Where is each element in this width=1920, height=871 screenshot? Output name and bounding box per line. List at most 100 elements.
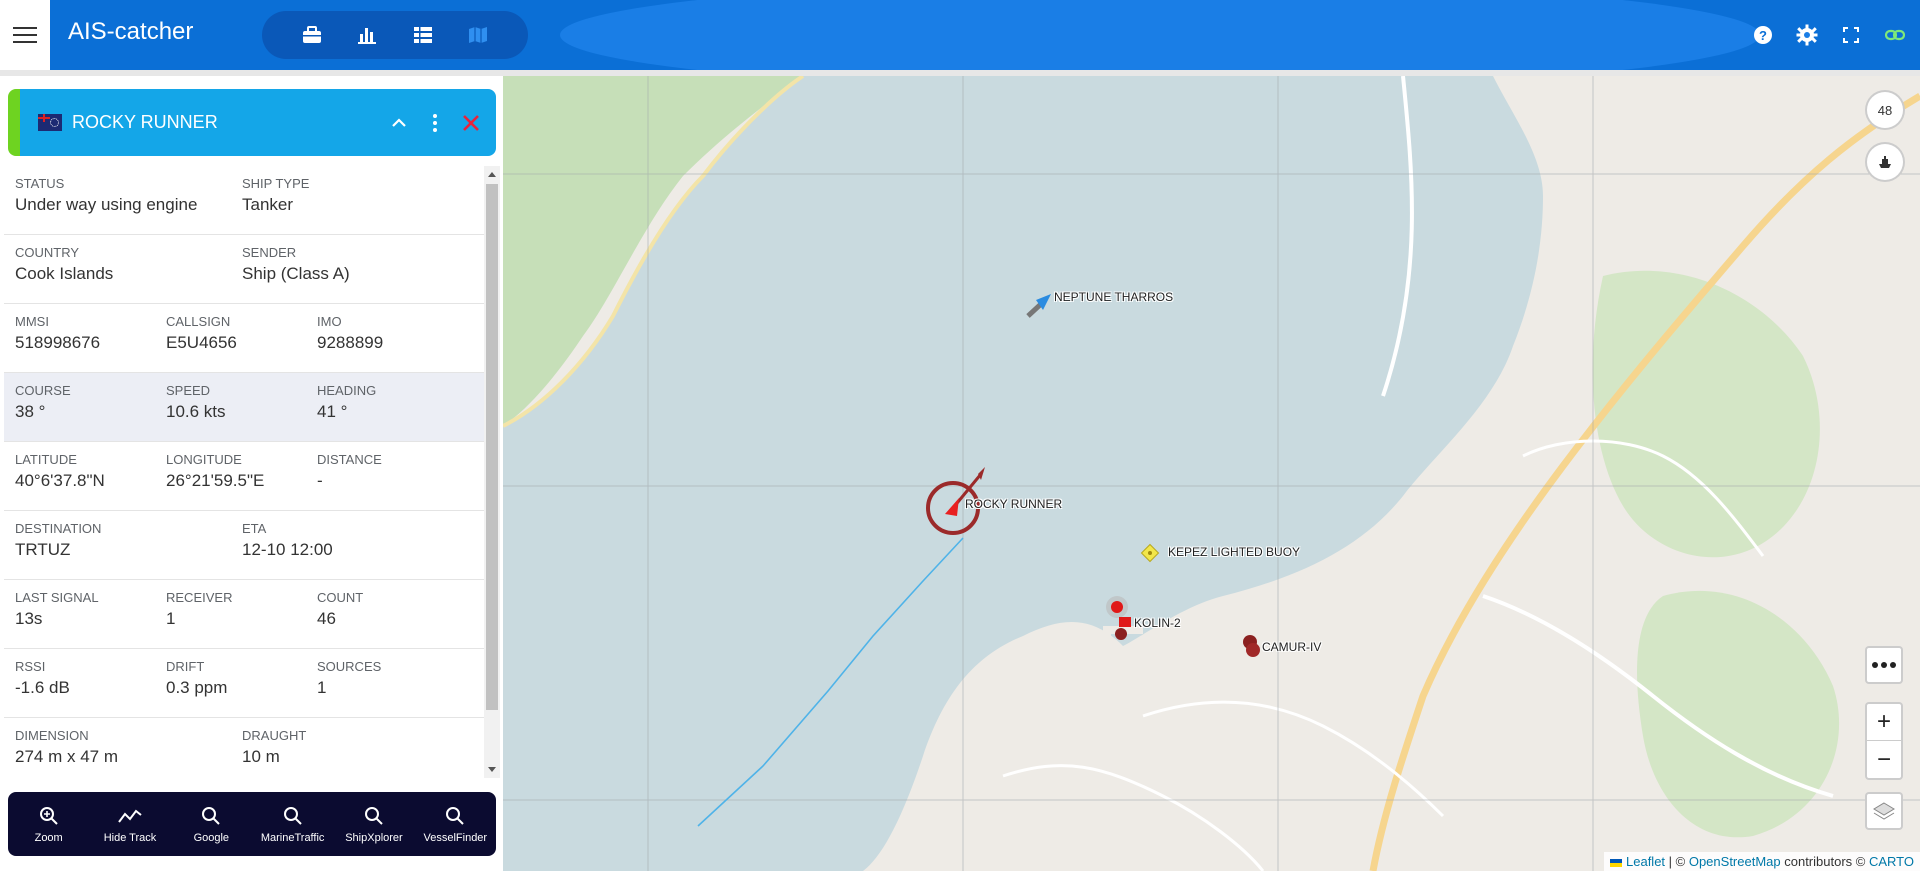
sources-cell: SOURCES 1 (317, 659, 468, 717)
leaflet-link[interactable]: Leaflet (1626, 854, 1665, 869)
neptune-tharros-label[interactable]: NEPTUNE THARROS (1054, 290, 1173, 304)
more-vertical-icon[interactable] (424, 112, 446, 134)
zoom-in-button[interactable]: + (1867, 704, 1901, 741)
google-button[interactable]: Google (171, 804, 251, 844)
ship-action-bar: Zoom Hide Track Google MarineTraffic Shi… (8, 792, 496, 856)
gear-icon[interactable] (1794, 22, 1820, 48)
detail-row: MMSI 518998676 CALLSIGN E5U4656 IMO 9288… (4, 304, 484, 373)
track-icon (118, 804, 142, 828)
app-header: AIS-catcher ? (0, 0, 1920, 70)
attrib-sep: | © (1665, 854, 1689, 869)
vessel-count-badge[interactable]: 48 (1865, 90, 1905, 130)
zoom-button[interactable]: Zoom (9, 804, 89, 844)
vessel-layer (926, 294, 1260, 657)
zoom-control: + − (1865, 702, 1903, 780)
kolin-2-marker[interactable] (1106, 596, 1131, 640)
ship-type-value: Tanker (242, 195, 294, 214)
heading-cell: HEADING 41 ° (317, 383, 468, 441)
ship-type-cell: SHIP TYPE Tanker (242, 176, 469, 234)
camur-iv-marker[interactable] (1243, 635, 1260, 657)
layers-button[interactable] (1865, 792, 1903, 830)
map-view[interactable]: NEPTUNE THARROS ROCKY RUNNER KEPEZ LIGHT… (503, 76, 1920, 871)
chevron-up-icon[interactable] (388, 112, 410, 134)
sources-label: SOURCES (317, 659, 382, 674)
callsign-cell: CALLSIGN E5U4656 (166, 314, 317, 372)
drift-value: 0.3 ppm (166, 678, 228, 697)
imo-label: IMO (317, 314, 342, 329)
distance-cell: DISTANCE - (317, 452, 468, 510)
detail-row: LAST SIGNAL 13s RECEIVER 1 COUNT 46 (4, 580, 484, 649)
kolin-2-label[interactable]: KOLIN-2 (1134, 616, 1181, 630)
detail-row: LATITUDE 40°6'37.8"N LONGITUDE 26°21'59.… (4, 442, 484, 511)
course-label: COURSE (15, 383, 71, 398)
vesselfinder-button[interactable]: VesselFinder (415, 804, 495, 844)
camur-iv-label[interactable]: CAMUR-IV (1262, 640, 1321, 654)
link-icon[interactable] (1882, 22, 1908, 48)
hide-track-button[interactable]: Hide Track (90, 804, 170, 844)
attrib-contrib: contributors © (1780, 854, 1869, 869)
list-icon[interactable] (408, 20, 438, 50)
carto-link[interactable]: CARTO (1869, 854, 1914, 869)
help-icon[interactable]: ? (1750, 22, 1776, 48)
marinetraffic-button[interactable]: MarineTraffic (253, 804, 333, 844)
detail-row: DIMENSION 274 m x 47 m DRAUGHT 10 m (4, 718, 484, 776)
callsign-label: CALLSIGN (166, 314, 231, 329)
heading-label: HEADING (317, 383, 377, 398)
course-value: 38 ° (15, 402, 46, 421)
draught-cell: DRAUGHT 10 m (242, 728, 469, 776)
kepez-buoy-marker[interactable] (1140, 543, 1160, 563)
more-options-button[interactable] (1865, 646, 1903, 684)
close-icon[interactable] (460, 112, 482, 134)
ship-name: ROCKY RUNNER (72, 112, 218, 132)
hamburger-menu-button[interactable] (0, 0, 50, 70)
app-title: AIS-catcher (68, 18, 194, 45)
scroll-up-arrow[interactable] (488, 172, 496, 177)
latitude-cell: LATITUDE 40°6'37.8"N (15, 452, 166, 510)
imo-cell: IMO 9288899 (317, 314, 468, 372)
map-attribution: Leaflet | © OpenStreetMap contributors ©… (1604, 852, 1920, 871)
dimension-cell: DIMENSION 274 m x 47 m (15, 728, 242, 776)
ship-filter-button[interactable] (1865, 142, 1905, 182)
ship-bar-controls (388, 112, 482, 134)
google-label: Google (193, 832, 230, 844)
zoom-out-button[interactable]: − (1867, 741, 1901, 778)
neptune-tharros-marker[interactable] (1026, 294, 1051, 318)
country-value: Cook Islands (15, 264, 114, 283)
header-glow (560, 0, 1760, 70)
rssi-value: -1.6 dB (15, 678, 70, 697)
detail-row: RSSI -1.6 dB DRIFT 0.3 ppm SOURCES 1 (4, 649, 484, 718)
sender-label: SENDER (242, 245, 297, 260)
scroll-down-arrow[interactable] (488, 767, 496, 772)
briefcase-icon[interactable] (297, 20, 327, 50)
rssi-cell: RSSI -1.6 dB (15, 659, 166, 717)
detail-row-highlighted: COURSE 38 ° SPEED 10.6 kts HEADING 41 ° (4, 373, 484, 442)
country-label: COUNTRY (15, 245, 80, 260)
drift-label: DRIFT (166, 659, 205, 674)
view-switcher (262, 11, 528, 59)
latitude-label: LATITUDE (15, 452, 77, 467)
speed-cell: SPEED 10.6 kts (166, 383, 317, 441)
imo-value: 9288899 (317, 333, 384, 352)
status-cell: STATUS Under way using engine (15, 176, 242, 234)
scroll-thumb[interactable] (486, 184, 498, 710)
search-icon (445, 804, 465, 828)
osm-link[interactable]: OpenStreetMap (1689, 854, 1781, 869)
svg-text:?: ? (1759, 28, 1767, 43)
details-scrollbar[interactable] (484, 166, 500, 778)
destination-value: TRTUZ (15, 540, 71, 559)
kepez-buoy-label[interactable]: KEPEZ LIGHTED BUOY (1168, 545, 1300, 559)
search-icon (201, 804, 221, 828)
detail-row: COUNTRY Cook Islands SENDER Ship (Class … (4, 235, 484, 304)
rocky-runner-label[interactable]: ROCKY RUNNER (965, 497, 1062, 511)
bar-chart-icon[interactable] (352, 20, 382, 50)
map-icon[interactable] (463, 20, 493, 50)
callsign-value: E5U4656 (166, 333, 237, 352)
cook-islands-flag-icon (38, 114, 62, 131)
destination-label: DESTINATION (15, 521, 102, 536)
status-value: Under way using engine (15, 195, 198, 214)
ship-type-label: SHIP TYPE (242, 176, 310, 191)
fullscreen-icon[interactable] (1838, 22, 1864, 48)
shipxplorer-button[interactable]: ShipXplorer (334, 804, 414, 844)
drift-cell: DRIFT 0.3 ppm (166, 659, 317, 717)
speed-value: 10.6 kts (166, 402, 226, 421)
